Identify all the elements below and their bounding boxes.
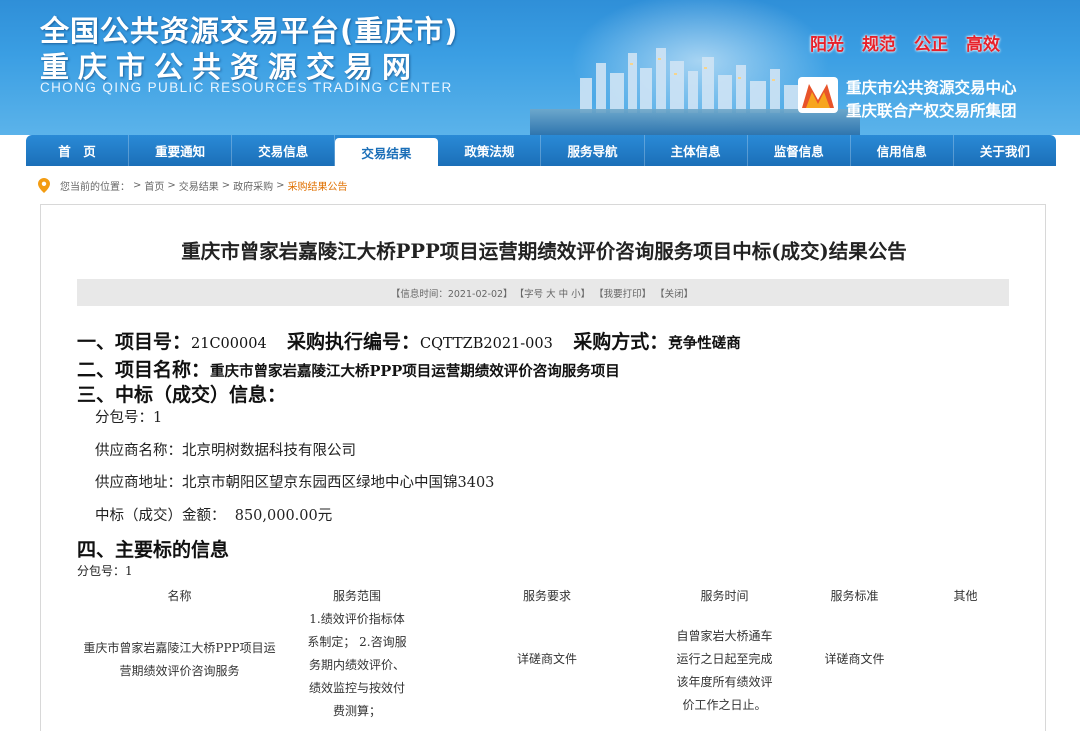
nav-item-trade-results[interactable]: 交易结果 (335, 138, 439, 166)
subject-package: 分包号：1 (77, 562, 133, 579)
table-row-name: 重庆市曾家岩嘉陵江大桥PPP项目运 营期绩效评价咨询服务 (77, 637, 282, 683)
breadcrumb-current[interactable]: 采购结果公告 (288, 178, 348, 193)
location-pin-icon (38, 177, 50, 193)
cell-line: 系制定； 2.咨询服 (307, 635, 407, 649)
site-title-english: CHONG QING PUBLIC RESOURCES TRADING CENT… (40, 80, 453, 95)
nav-item-home[interactable]: 首 页 (26, 135, 130, 166)
award-amount-label: 中标（成交）金额： (95, 508, 226, 524)
slogan-item: 规范 (862, 35, 896, 55)
city-skyline-image (580, 48, 818, 113)
package-no: 1 (125, 564, 133, 578)
cell-line: 自曾家岩大桥通车 (676, 629, 773, 643)
breadcrumb-prefix: 您当前的位置： (60, 181, 130, 193)
slogan-item: 公正 (914, 35, 948, 55)
info-time: 【信息时间：2021-02-02】 (390, 288, 513, 300)
breadcrumb-separator: > (221, 179, 231, 191)
exec-no: CQTTZB2021-003 (420, 336, 553, 352)
breadcrumb-trade-results[interactable]: 交易结果 (179, 178, 219, 193)
table-header-other: 其他 (953, 589, 978, 603)
breadcrumb-separator: > (133, 179, 142, 191)
breadcrumb-home[interactable]: 首页 (144, 178, 164, 193)
notice-title: 重庆市曾家岩嘉陵江大桥PPP项目运营期绩效评价咨询服务项目中标(成交)结果公告 (181, 240, 907, 263)
nav-item-supervision[interactable]: 监督信息 (748, 135, 851, 166)
table-row-time: 自曾家岩大桥通车 运行之日起至完成 该年度所有绩效评 价工作之日止。 (662, 625, 787, 717)
section-3: 三、中标（成交）信息： (77, 380, 286, 407)
cell-line: 运行之日起至完成 (676, 652, 773, 666)
breadcrumb-separator: > (167, 179, 176, 191)
print-link[interactable]: 【我要打印】 (594, 286, 651, 300)
slogan-item: 阳光 (810, 35, 844, 55)
project-name-label: 二、项目名称： (77, 359, 211, 381)
package-label: 分包号： (77, 564, 126, 578)
breadcrumb-separator: > (276, 179, 285, 191)
breadcrumb: 您当前的位置： > 首页 > 交易结果 > 政府采购 > 采购结果公告 (26, 166, 1056, 204)
project-name: 重庆市曾家岩嘉陵江大桥PPP项目运营期绩效评价咨询服务项目 (210, 363, 620, 380)
table-header-scope: 服务范围 (332, 589, 381, 603)
breadcrumb-gov-procurement[interactable]: 政府采购 (233, 178, 273, 193)
org-name-line1: 重庆市公共资源交易中心 (846, 79, 1017, 97)
award-amount-row: 中标（成交）金额： 850,000.00元 (95, 504, 332, 525)
table-header-standard: 服务标准 (830, 589, 879, 603)
supplier-address: 北京市朝阳区望京东园西区绿地中心中国锦3403 (182, 475, 495, 491)
nav-item-policies[interactable]: 政策法规 (438, 135, 542, 166)
cell-line: 价工作之日止。 (682, 698, 767, 712)
supplier-address-row: 供应商地址：北京市朝阳区望京东园西区绿地中心中国锦3403 (95, 471, 494, 492)
section-1: 一、项目号：21C00004 采购执行编号：CQTTZB2021-003 采购方… (77, 327, 741, 354)
project-no-label: 一、项目号： (77, 331, 192, 353)
section-4: 四、主要标的信息 (77, 535, 229, 562)
font-size-control[interactable]: 【字号 大 中 小】 (515, 286, 591, 300)
exec-no-label: 采购执行编号： (287, 331, 421, 353)
package-label: 分包号： (95, 410, 153, 426)
organization-logo-icon (798, 77, 838, 113)
cell-line: 务期内绩效评价、 (308, 658, 405, 672)
cell-line: 绩效监控与按效付 (308, 681, 405, 695)
org-name-line2: 重庆联合产权交易所集团 (846, 102, 1017, 120)
table-header-time: 服务时间 (700, 589, 749, 603)
procurement-method: 竞争性磋商 (668, 335, 741, 352)
cell-line: 费测算； (332, 704, 381, 718)
main-nav: 首 页 重要通知 交易信息 交易结果 政策法规 服务导航 主体信息 监督信息 信… (26, 135, 1056, 166)
table-header-requirement: 服务要求 (522, 589, 571, 603)
cell-line: 重庆市曾家岩嘉陵江大桥PPP项目运 (83, 641, 276, 655)
section-2: 二、项目名称：重庆市曾家岩嘉陵江大桥PPP项目运营期绩效评价咨询服务项目 (77, 355, 620, 382)
cell-line: 营期绩效评价咨询服务 (119, 664, 240, 678)
table-row-requirement: 详磋商文件 (516, 652, 577, 666)
supplier-name: 北京明树数据科技有限公司 (182, 443, 356, 459)
award-package: 分包号：1 (95, 406, 162, 427)
nav-item-entity-info[interactable]: 主体信息 (645, 135, 748, 166)
close-link[interactable]: 【关闭】 (655, 286, 693, 300)
table-row-scope: 1.绩效评价指标体 系制定； 2.咨询服 务期内绩效评价、 绩效监控与按效付 费… (282, 608, 432, 723)
award-amount: 850,000.00元 (234, 508, 333, 524)
nav-item-service-guide[interactable]: 服务导航 (541, 135, 645, 166)
table-header-name: 名称 (167, 589, 192, 603)
header-banner: 全国公共资源交易平台(重庆市) 重庆市公共资源交易网 CHONG QING PU… (0, 0, 1080, 135)
table-row-standard: 详磋商文件 (824, 652, 885, 666)
award-info-label: 三、中标（成交）信息： (77, 384, 287, 406)
nav-item-credit[interactable]: 信用信息 (851, 135, 954, 166)
project-no: 21C00004 (191, 336, 267, 352)
cell-line: 1.绩效评价指标体 (309, 612, 405, 626)
slogans: 阳光 规范 公正 高效 (810, 30, 1000, 55)
supplier-address-label: 供应商地址： (95, 475, 182, 491)
method-label: 采购方式： (573, 331, 669, 353)
cell-line: 该年度所有绩效评 (676, 675, 773, 689)
supplier-name-label: 供应商名称： (95, 443, 182, 459)
package-no: 1 (153, 410, 163, 426)
nav-item-trade-info[interactable]: 交易信息 (232, 135, 336, 166)
nav-item-notices[interactable]: 重要通知 (129, 135, 233, 166)
supplier-name-row: 供应商名称：北京明树数据科技有限公司 (95, 439, 356, 460)
nav-item-about[interactable]: 关于我们 (954, 135, 1056, 166)
notice-meta-bar: 【信息时间：2021-02-02】 【字号 大 中 小】 【我要打印】 【关闭】 (77, 279, 1009, 306)
slogan-item: 高效 (966, 35, 1000, 55)
main-subject-label: 四、主要标的信息 (77, 539, 230, 561)
notice-panel: 重庆市曾家岩嘉陵江大桥PPP项目运营期绩效评价咨询服务项目中标(成交)结果公告 … (40, 204, 1046, 731)
